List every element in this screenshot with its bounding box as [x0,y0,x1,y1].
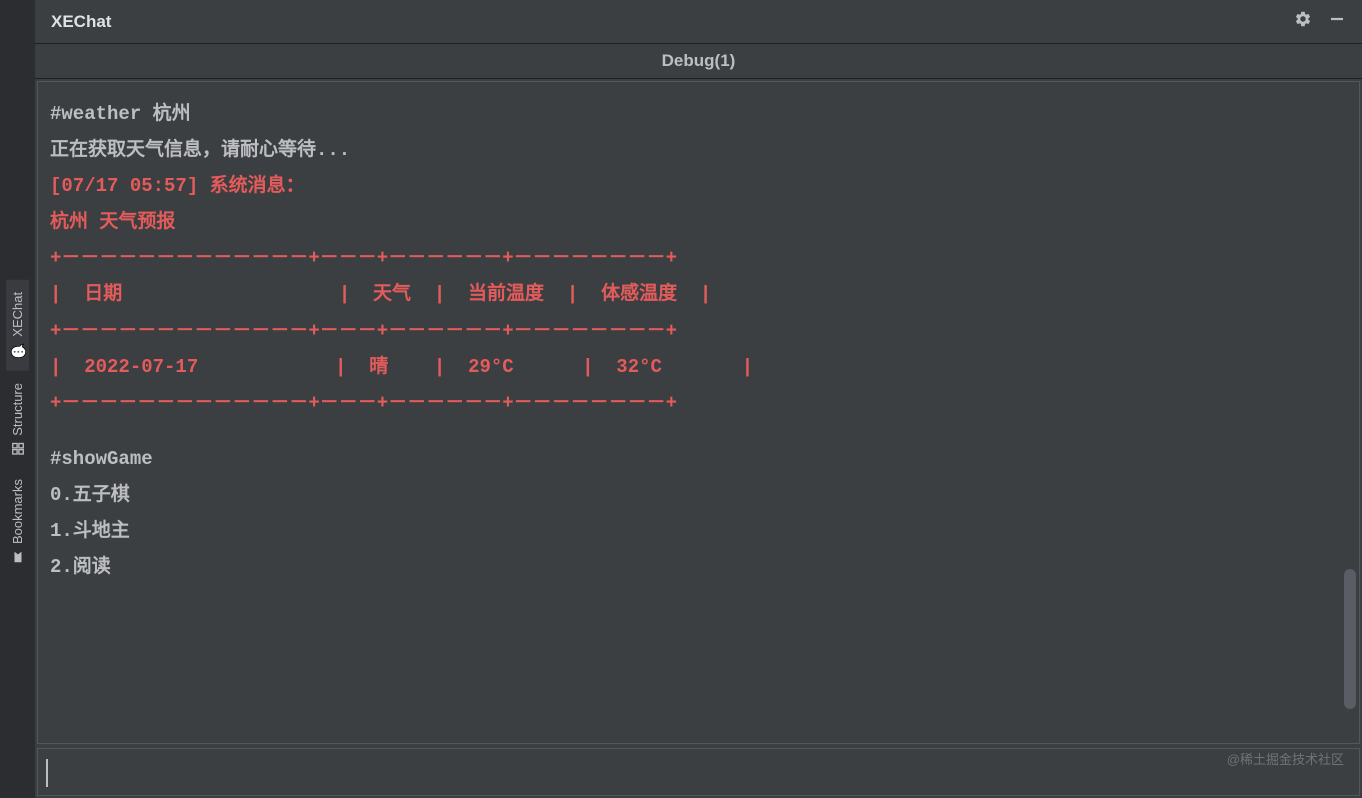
weather-table-header: | 日期 | 天气 | 当前温度 | 体感温度 | [50,276,1347,312]
sidebar-tab-structure[interactable]: Structure [6,371,29,468]
gear-icon[interactable] [1294,10,1312,33]
bookmark-icon [10,550,25,564]
sidebar-tab-xechat[interactable]: 💬 XEChat [6,280,29,371]
console-line: 1.斗地主 [50,513,1347,549]
console-system-message: [07/17 05:57] 系统消息： [50,168,1347,204]
console-output[interactable]: #weather 杭州 正在获取天气信息，请耐心等待... [07/17 05:… [37,81,1360,744]
content-area: #weather 杭州 正在获取天气信息，请耐心等待... [07/17 05:… [35,79,1362,798]
window-title: XEChat [51,12,111,32]
weather-table-border: +－－－－－－－－－－－－－+－－－+－－－－－－+－－－－－－－－+ [50,313,1347,349]
main-panel: XEChat Debug(1) #weather 杭州 正在获取天气信息，请耐心… [35,0,1362,798]
console-line: #showGame [50,441,1347,477]
sidebar-tab-label: Structure [10,383,25,436]
console-forecast-title: 杭州 天气预报 [50,204,1347,240]
text-cursor [46,759,48,787]
console-input-wrap [37,748,1360,796]
minimize-icon[interactable] [1328,10,1346,33]
scrollbar-thumb[interactable] [1344,569,1356,709]
spacer [50,421,1347,441]
titlebar: XEChat [35,0,1362,44]
console-line: 2.阅读 [50,549,1347,585]
structure-icon [10,441,25,455]
sidebar-tab-label: Bookmarks [10,479,25,544]
sidebar-tab-bookmarks[interactable]: Bookmarks [6,467,29,576]
console-line: #weather 杭州 [50,96,1347,132]
tab-debug[interactable]: Debug(1) [35,44,1362,79]
console-line: 正在获取天气信息，请耐心等待... [50,132,1347,168]
weather-table-row: | 2022-07-17 | 晴 | 29°C | 32°C | [50,349,1347,385]
weather-table-border: +－－－－－－－－－－－－－+－－－+－－－－－－+－－－－－－－－+ [50,385,1347,421]
sidebar: 💬 XEChat Structure Bookmarks [0,0,35,798]
weather-table-border: +－－－－－－－－－－－－－+－－－+－－－－－－+－－－－－－－－+ [50,240,1347,276]
titlebar-actions [1294,10,1346,33]
chat-icon: 💬 [10,343,25,359]
tab-label: Debug(1) [662,51,736,70]
sidebar-tab-label: XEChat [10,292,25,337]
console-line: 0.五子棋 [50,477,1347,513]
console-input[interactable] [38,749,1359,795]
